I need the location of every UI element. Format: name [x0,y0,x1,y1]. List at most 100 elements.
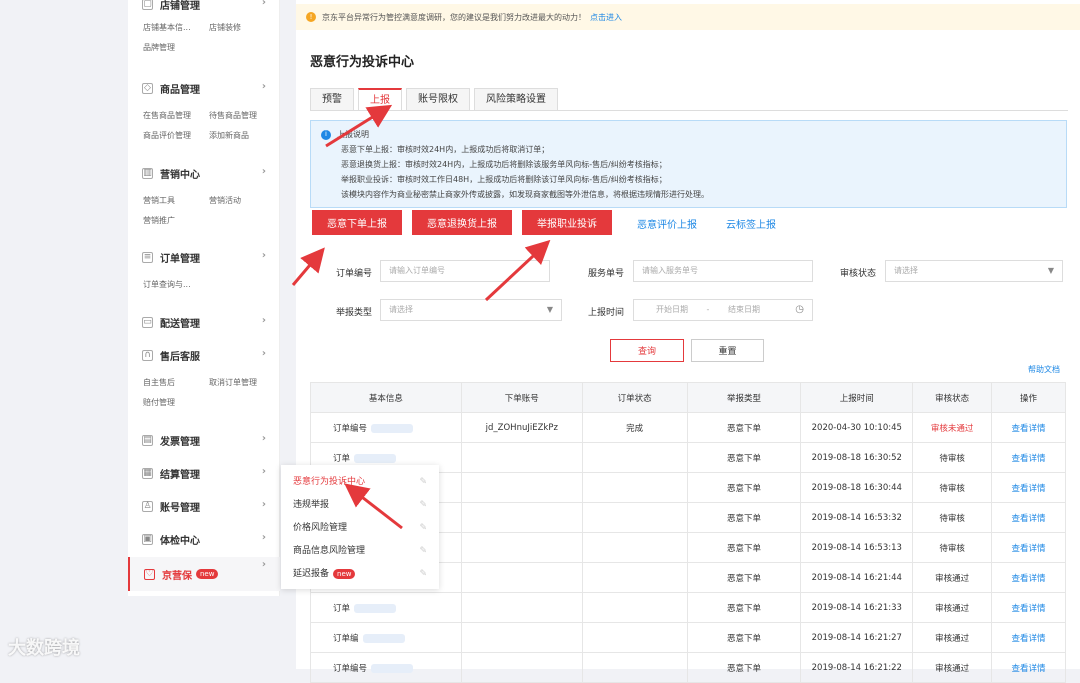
notice-link[interactable]: 点击进入 [590,12,622,23]
menu-item-label: 恶意行为投诉中心 [293,477,366,487]
tab-report[interactable]: 上报 [358,88,402,110]
notice-text: 京东平台异常行为管控满意度调研，您的建议是我们努力改进最大的动力！ [322,12,586,22]
report-type-select[interactable]: 请选择 ▼ [380,299,562,321]
tab-account-limit[interactable]: 账号限权 [406,88,470,110]
cell-report-time: 2019-08-14 16:21:22 [811,662,902,673]
column-header: 审核状态 [912,382,993,413]
chevron-right-icon: › [261,532,266,543]
sidebar-section-delivery[interactable]: ▭ 配送管理 › [128,313,280,331]
report-time-label: 上报时间 [588,308,625,318]
pin-icon[interactable]: ✎ [419,563,427,586]
tab-risk-strategy[interactable]: 风险策略设置 [474,88,558,110]
sidebar-item[interactable]: 商品评价管理 [143,126,209,146]
menu-item-price-risk[interactable]: 价格风险管理 ✎ [281,517,439,540]
professional-complaint-button[interactable]: 举报职业投诉 [522,210,612,235]
sidebar-item[interactable]: 赔付管理 [143,393,209,413]
sidebar-item[interactable]: 营销工具 [143,191,209,211]
pin-icon[interactable]: ✎ [419,540,427,563]
view-detail-link[interactable]: 查看详情 [1012,634,1046,644]
table-row: 订单 恶意下单 2019-08-14 16:21:33 审核通过 查看详情 [310,592,1066,623]
pin-icon[interactable]: ✎ [419,517,427,540]
cell-report-time: 2019-08-14 16:53:32 [811,512,902,523]
sidebar-section-title: 售后客服 [160,351,200,363]
sidebar-section-invoice[interactable]: ▤ 发票管理 › [128,431,280,449]
order-no-input[interactable]: 请输入订单编号 [380,260,550,282]
sidebar-item[interactable]: 在售商品管理 [143,106,209,126]
malicious-order-report-button[interactable]: 恶意下单上报 [312,210,402,235]
service-no-label: 服务单号 [588,269,625,279]
sidebar-item[interactable]: 品牌管理 [143,38,209,58]
query-button[interactable]: 查询 [610,339,684,362]
sidebar-section-jingyingbao[interactable]: ♡ 京营保 new › [128,557,280,591]
sidebar-section-goods[interactable]: ◇ 商品管理 › 在售商品管理 待售商品管理 商品评价管理 添加新商品 [128,79,280,146]
sidebar-item[interactable]: 店铺装修 [209,18,275,38]
redacted-blur [371,423,414,433]
sidebar-item[interactable]: 自主售后 [143,373,209,393]
sidebar-item[interactable]: 营销推广 [143,211,209,231]
view-detail-link[interactable]: 查看详情 [1012,514,1046,524]
view-detail-link[interactable]: 查看详情 [1012,424,1046,434]
table-row: 订单编号 jd_ZOHnuJiEZkPz 完成 恶意下单 2020-04-30 10:1… [310,412,1066,443]
menu-item-violation-report[interactable]: 违规举报 ✎ [281,494,439,517]
menu-item-delay-filing[interactable]: 延迟报备 new ✎ [281,563,439,586]
column-header: 基本信息 [310,382,462,413]
cell-audit-status: 待审核 [939,483,965,494]
view-detail-link[interactable]: 查看详情 [1012,484,1046,494]
chevron-right-icon: › [261,0,266,8]
audit-status-select[interactable]: 请选择 ▼ [885,260,1063,282]
sidebar-section-aftersale[interactable]: ∩ 售后客服 › 自主售后 取消订单管理 赔付管理 [128,346,280,413]
menu-item-product-info-risk[interactable]: 商品信息风险管理 ✎ [281,540,439,563]
headset-icon: ∩ [142,349,153,361]
cell-order-status: 完成 [626,423,644,434]
cell-report-type: 恶意下单 [726,513,761,524]
view-detail-link[interactable]: 查看详情 [1012,544,1046,554]
sidebar-item[interactable]: 营销活动 [209,191,275,211]
info-line: 恶意退换货上报：审核时效24H内，上报成功后将删除该服务单风向标-售后/纠纷考核… [341,160,667,169]
service-no-input[interactable]: 请输入服务单号 [633,260,813,282]
cloud-tag-report-link[interactable]: 云标签上报 [726,216,776,231]
notice-bar: ! 京东平台异常行为管控满意度调研，您的建议是我们努力改进最大的动力！ 点击进入 [296,4,1080,30]
cell-audit-status: 审核未通过 [930,423,974,434]
reset-button[interactable]: 重置 [691,339,764,362]
help-doc-link[interactable]: 帮助文档 [1028,364,1060,375]
sidebar-section-settlement[interactable]: ▦ 结算管理 › [128,464,280,482]
chevron-right-icon: › [261,433,266,444]
cell-audit-status: 待审核 [939,513,965,524]
cell-audit-status: 审核通过 [935,603,970,614]
sidebar-section-account[interactable]: ♙ 账号管理 › [128,497,280,515]
column-header: 操作 [991,382,1066,413]
view-detail-link[interactable]: 查看详情 [1012,574,1046,584]
shield-icon: ♡ [144,568,155,580]
sidebar-section-store[interactable]: ▢ 店铺管理 › 店铺基本信... 店铺装修 品牌管理 [128,0,280,58]
info-line: 举报职业投诉：审核时效工作日48H，上报成功后将删除该订单风向标-售后/纠纷考核… [341,175,667,184]
malicious-review-report-link[interactable]: 恶意评价上报 [637,216,697,231]
user-icon: ♙ [142,500,153,512]
date-range-picker[interactable]: 开始日期 - 结束日期 ◷ [633,299,813,321]
menu-item-label: 价格风险管理 [293,523,348,533]
pin-icon[interactable]: ✎ [419,471,427,494]
sidebar-item[interactable]: 取消订单管理 [209,373,275,393]
malicious-return-report-button[interactable]: 恶意退换货上报 [412,210,512,235]
cell-audit-status: 待审核 [939,453,965,464]
tab-warning[interactable]: 预警 [310,88,354,110]
sidebar-item[interactable]: 待售商品管理 [209,106,275,126]
page-title: 恶意行为投诉中心 [310,55,415,70]
view-detail-link[interactable]: 查看详情 [1012,604,1046,614]
pin-icon[interactable]: ✎ [419,494,427,517]
sidebar-item[interactable]: 订单查询与... [143,275,209,295]
view-detail-link[interactable]: 查看详情 [1012,454,1046,464]
menu-item-malicious-complaint-center[interactable]: 恶意行为投诉中心 ✎ [281,471,439,494]
cell-report-time: 2019-08-14 16:53:13 [811,542,902,553]
sidebar-item[interactable]: 店铺基本信... [143,18,209,38]
cell-audit-status: 审核通过 [935,573,970,584]
sidebar-section-checkup[interactable]: ▣ 体检中心 › [128,530,280,548]
order-no-label: 订单编号 [336,269,373,279]
sidebar-item[interactable]: 添加新商品 [209,126,275,146]
sidebar-section-title: 店铺管理 [160,0,200,12]
sidebar-section-orders[interactable]: ≡ 订单管理 › 订单查询与... [128,248,280,295]
sidebar-section-marketing[interactable]: ▥ 营销中心 › 营销工具 营销活动 营销推广 [128,164,280,231]
flyout-menu: 恶意行为投诉中心 ✎ 违规举报 ✎ 价格风险管理 ✎ 商品信息风险管理 ✎ 延迟报备 ne… [281,465,439,589]
cell-report-time: 2019-08-14 16:21:27 [811,632,902,643]
cell-report-time: 2020-04-30 10:10:45 [811,422,902,433]
cell-audit-status: 审核通过 [935,633,970,644]
